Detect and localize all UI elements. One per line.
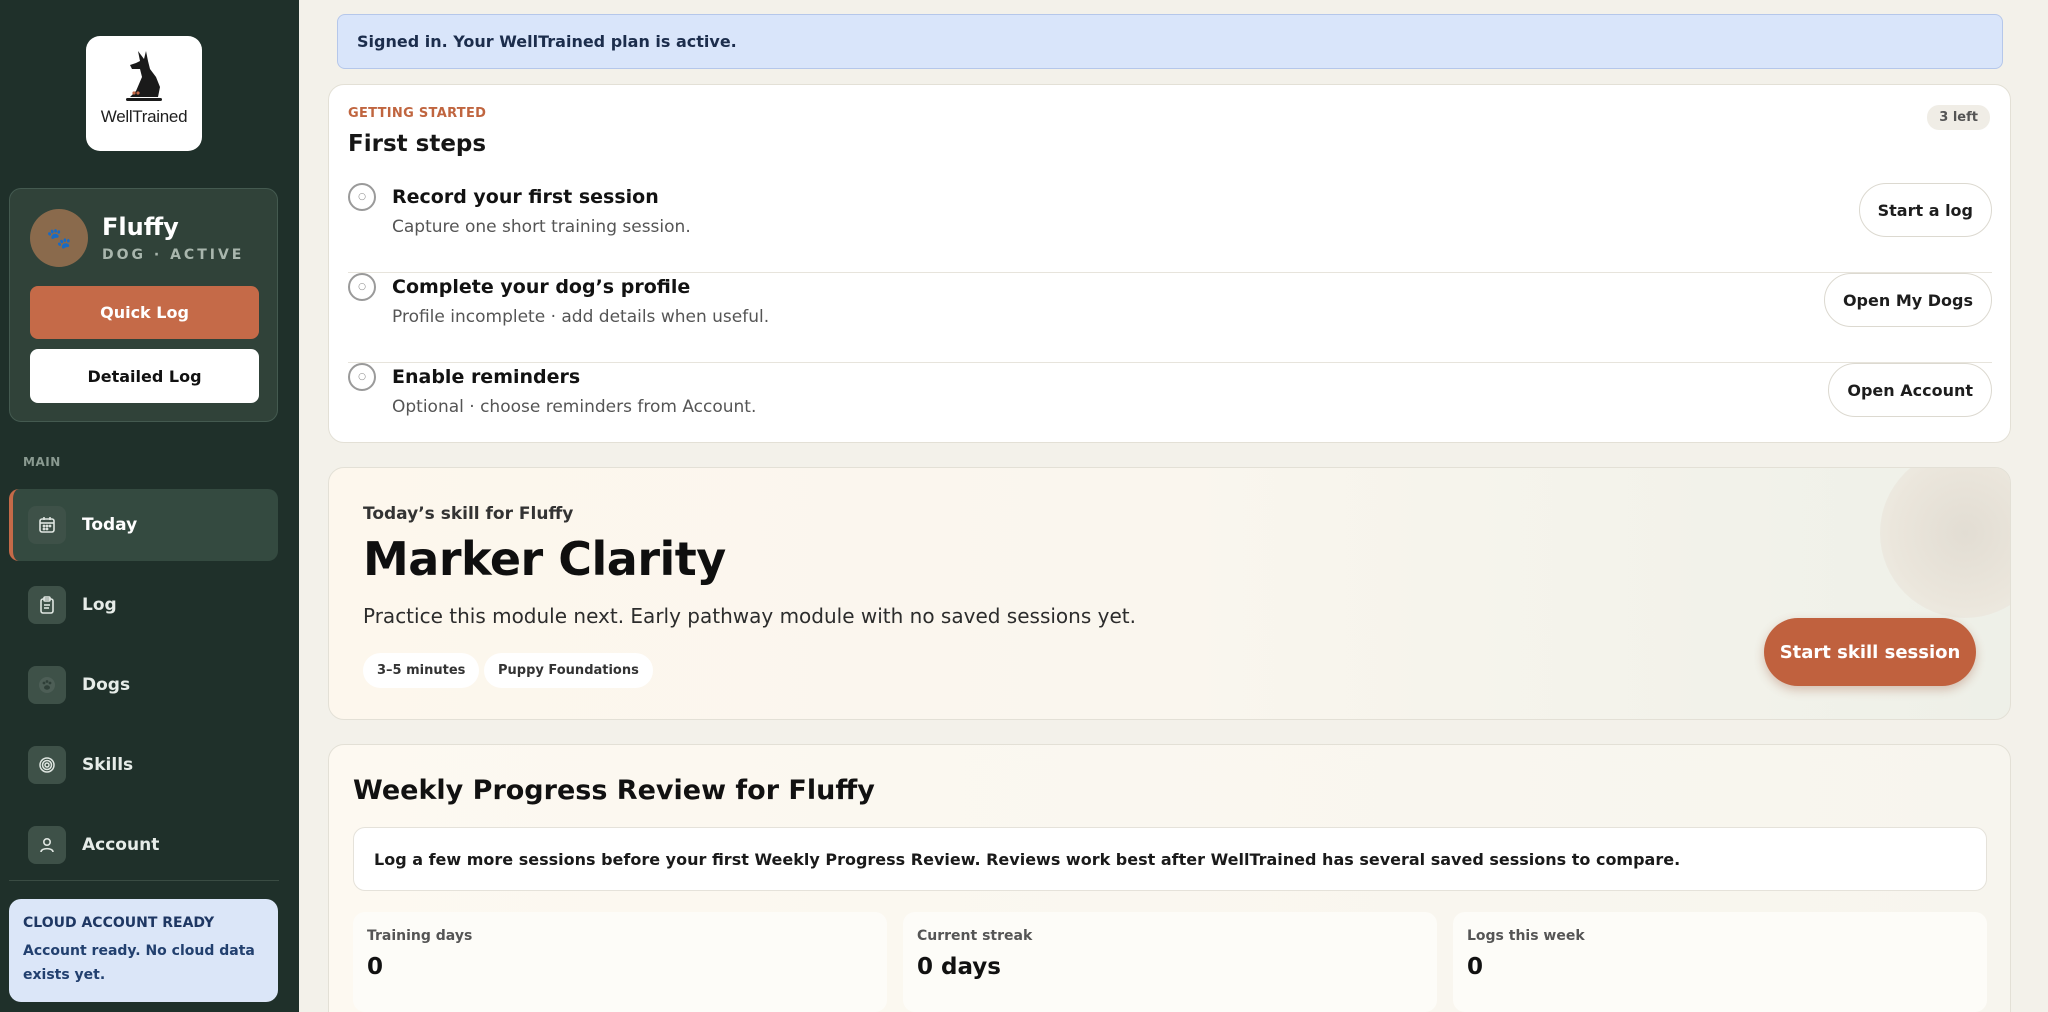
sidebar-item-log[interactable]: Log xyxy=(9,569,278,641)
stat-label: Current streak xyxy=(917,928,1033,944)
pathway-chip: Puppy Foundations xyxy=(484,653,653,688)
status-banner: Signed in. Your WellTrained plan is acti… xyxy=(337,14,2003,69)
user-icon xyxy=(28,826,66,864)
decorative-circle xyxy=(1880,468,2010,618)
active-dog-card: 🐾 Fluffy DOG · ACTIVE Quick Log Detailed… xyxy=(9,188,278,422)
target-icon xyxy=(28,746,66,784)
first-steps-title: First steps xyxy=(348,131,487,157)
open-account-button[interactable]: Open Account xyxy=(1828,363,1992,417)
sidebar-item-skills[interactable]: Skills xyxy=(9,729,278,801)
calendar-icon xyxy=(28,506,66,544)
paw-icon xyxy=(28,666,66,704)
stat-value: 0 days xyxy=(917,954,1001,980)
stat-training-days: Training days 0 xyxy=(353,912,887,1012)
step-title: Record your first session xyxy=(392,186,659,208)
sidebar-item-label: Today xyxy=(82,515,138,535)
dog-logo-icon xyxy=(126,51,162,101)
step-subtitle: Capture one short training session. xyxy=(392,217,691,237)
step-checkbox[interactable]: ○ xyxy=(348,273,376,301)
dog-name: Fluffy xyxy=(102,213,179,241)
app-logo[interactable]: WellTrained xyxy=(86,36,202,151)
weekly-review-card: Weekly Progress Review for Fluffy Log a … xyxy=(328,744,2011,1012)
stat-current-streak: Current streak 0 days xyxy=(903,912,1437,1012)
step-checkbox[interactable]: ○ xyxy=(348,183,376,211)
nav-section-label: MAIN xyxy=(23,455,61,469)
sidebar-item-today[interactable]: Today xyxy=(9,489,278,561)
cloud-status-text: Account ready. No cloud data exists yet. xyxy=(23,943,255,983)
step-subtitle: Optional · choose reminders from Account… xyxy=(392,397,757,417)
stat-value: 0 xyxy=(1467,954,1484,980)
stat-value: 0 xyxy=(367,954,384,980)
skill-for-label: Today’s skill for Fluffy xyxy=(363,504,574,524)
steps-left-badge: 3 left xyxy=(1927,105,1990,130)
sidebar-item-dogs[interactable]: Dogs xyxy=(9,649,278,721)
sidebar-item-label: Skills xyxy=(82,755,134,775)
cloud-status-title: CLOUD ACCOUNT READY xyxy=(23,915,215,931)
dog-avatar[interactable]: 🐾 xyxy=(30,209,88,267)
stat-label: Training days xyxy=(367,928,473,944)
sidebar: WellTrained 🐾 Fluffy DOG · ACTIVE Quick … xyxy=(0,0,299,1012)
logo-wordmark: WellTrained xyxy=(100,107,188,126)
skill-title: Marker Clarity xyxy=(363,532,726,586)
dog-status: DOG · ACTIVE xyxy=(102,247,245,263)
sidebar-item-label: Log xyxy=(82,595,117,615)
cloud-status-card: CLOUD ACCOUNT READY Account ready. No cl… xyxy=(9,899,278,1002)
sidebar-item-label: Dogs xyxy=(82,675,131,695)
sidebar-divider xyxy=(9,880,279,881)
duration-chip: 3–5 minutes xyxy=(363,653,480,688)
weekly-review-title: Weekly Progress Review for Fluffy xyxy=(353,775,875,806)
step-title: Enable reminders xyxy=(392,366,581,388)
sidebar-item-account[interactable]: Account xyxy=(9,809,278,881)
skill-description: Practice this module next. Early pathway… xyxy=(363,604,1136,628)
step-subtitle: Profile incomplete · add details when us… xyxy=(392,307,770,327)
step-title: Complete your dog’s profile xyxy=(392,276,691,298)
todays-skill-card: Today’s skill for Fluffy Marker Clarity … xyxy=(328,467,2011,720)
paw-icon: 🐾 xyxy=(46,226,72,250)
start-log-button[interactable]: Start a log xyxy=(1858,183,1992,237)
weekly-review-note: Log a few more sessions before your firs… xyxy=(353,827,1987,891)
step-item: ○ Enable reminders Optional · choose rem… xyxy=(348,363,1992,453)
getting-started-label: GETTING STARTED xyxy=(348,106,487,121)
step-item: ○ Record your first session Capture one … xyxy=(348,183,1992,273)
clipboard-icon xyxy=(28,586,66,624)
step-item: ○ Complete your dog’s profile Profile in… xyxy=(348,273,1992,363)
stat-label: Logs this week xyxy=(1467,928,1585,944)
quick-log-button[interactable]: Quick Log xyxy=(30,286,259,339)
detailed-log-button[interactable]: Detailed Log xyxy=(30,349,259,403)
start-skill-session-button[interactable]: Start skill session xyxy=(1764,618,1976,686)
open-my-dogs-button[interactable]: Open My Dogs xyxy=(1823,273,1992,327)
stat-logs-this-week: Logs this week 0 xyxy=(1453,912,1987,1012)
sidebar-item-label: Account xyxy=(82,835,160,855)
step-checkbox[interactable]: ○ xyxy=(348,363,376,391)
first-steps-card: GETTING STARTED First steps 3 left ○ Rec… xyxy=(328,84,2011,443)
